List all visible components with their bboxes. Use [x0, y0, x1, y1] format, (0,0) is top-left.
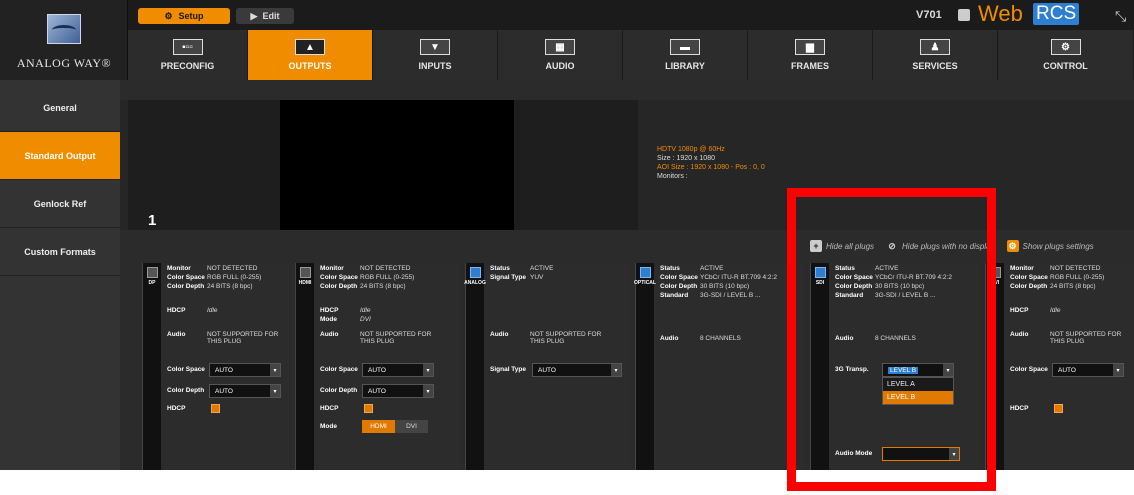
- top-bar: ⚙ Setup ▶ Edit V701 Web RCS ⤡: [128, 0, 1134, 30]
- plug-dp: DP Monitor NOT DETECTED Color Space RGB FU…: [142, 263, 292, 470]
- aoi-label: AOI Size : 1920 x 1080 - Pos : 0, 0: [657, 164, 765, 171]
- screen-number: 1: [148, 212, 157, 229]
- control-icon: ⚙: [1050, 39, 1081, 55]
- services-icon: ♟: [920, 39, 950, 55]
- hdmi-color-depth-select[interactable]: AUTO ▾: [362, 384, 434, 398]
- nav-frames[interactable]: ▆ FRAMES: [748, 30, 873, 80]
- nav-library[interactable]: ▬ LIBRARY: [623, 30, 748, 80]
- hdmi-mode-option-dvi[interactable]: DVI: [395, 420, 428, 433]
- hdmi-port-icon: [299, 267, 311, 278]
- plug-analog: ANALOG Status ACTIVE Signal Type YUV Audio…: [464, 263, 630, 470]
- plug-dvi: DVI Monitor NOT DETECTED Color Space RGB F…: [985, 263, 1134, 470]
- chevron-down-icon: ▾: [611, 364, 621, 376]
- settings-icon: ⚙: [1006, 240, 1019, 252]
- webrcs-logo-web: Web: [978, 1, 1023, 26]
- sidebar-item-standard-output[interactable]: Standard Output: [0, 132, 120, 180]
- sidebar-item-custom-formats[interactable]: Custom Formats: [0, 228, 120, 276]
- hdmi-hdcp-checkbox[interactable]: [364, 404, 373, 413]
- plug-hdmi: HDMI Monitor NOT DETECTED Color Space RGB …: [295, 263, 460, 470]
- monitors-label: Monitors :: [657, 173, 688, 180]
- hdmi-mode-option-hdmi[interactable]: HDMI: [362, 420, 395, 433]
- device-version: V701: [916, 9, 942, 21]
- setup-mode-button[interactable]: ⚙ Setup: [138, 8, 230, 24]
- chevron-down-icon: ▾: [1113, 364, 1123, 376]
- play-icon: ▶: [250, 10, 258, 21]
- sidebar: General Standard Output Genlock Ref Cust…: [0, 80, 120, 470]
- library-icon: ▬: [670, 39, 700, 55]
- dvi-color-space-select[interactable]: AUTO ▾: [1052, 363, 1124, 377]
- nav-inputs[interactable]: ▼ INPUTS: [373, 30, 498, 80]
- analog-port-icon: [469, 267, 481, 278]
- plug-tab-hdmi[interactable]: HDMI: [296, 263, 314, 470]
- nav-control[interactable]: ⚙ CONTROL: [998, 30, 1134, 80]
- dvi-hdcp-checkbox[interactable]: [1054, 404, 1063, 413]
- plug-optical: OPTICAL Status ACTIVE Color Space YCbCr IT…: [634, 263, 803, 470]
- format-label: HDTV 1080p @ 60Hz: [657, 146, 725, 153]
- hdmi-mode-toggle: HDMI DVI: [362, 420, 428, 433]
- analog-way-logo: ANALOG WAY®: [0, 0, 128, 80]
- chevron-down-icon: ▾: [423, 385, 433, 397]
- optical-port-icon: [639, 267, 651, 278]
- dp-color-depth-select[interactable]: AUTO ▾: [209, 384, 281, 398]
- plug-tab-analog[interactable]: ANALOG: [464, 263, 486, 470]
- size-label: Size : 1920 x 1080: [657, 155, 715, 162]
- nav-outputs[interactable]: ▲ OUTPUTS: [248, 30, 373, 80]
- logo-text: ANALOG WAY®: [16, 56, 112, 70]
- chevron-down-icon: ▾: [270, 385, 280, 397]
- device-icon: [958, 9, 970, 21]
- main-nav: ▪▫▫ PRECONFIG ▲ OUTPUTS ▼ INPUTS ▦ AUDIO…: [128, 30, 1134, 80]
- nav-preconfig[interactable]: ▪▫▫ PRECONFIG: [128, 30, 248, 80]
- logo-mark-icon: [47, 14, 81, 44]
- hdmi-color-space-select[interactable]: AUTO ▾: [362, 363, 434, 377]
- edit-mode-button[interactable]: ▶ Edit: [236, 8, 294, 24]
- sidebar-item-genlock-ref[interactable]: Genlock Ref: [0, 180, 120, 228]
- chevron-down-icon: ▾: [270, 364, 280, 376]
- fullscreen-icon[interactable]: ⤡: [1115, 8, 1126, 25]
- screen-preview: [280, 100, 514, 230]
- audio-icon: ▦: [545, 39, 575, 55]
- dp-port-icon: [146, 267, 158, 278]
- analog-signal-type-select[interactable]: AUTO ▾: [532, 363, 622, 377]
- red-highlight-annotation: [787, 188, 996, 491]
- frames-icon: ▆: [795, 39, 825, 55]
- output-format-info: HDTV 1080p @ 60Hz Size : 1920 x 1080 AOI…: [657, 145, 765, 181]
- gear-icon: ⚙: [164, 10, 173, 21]
- outputs-icon: ▲: [295, 39, 325, 55]
- inputs-icon: ▼: [420, 39, 450, 55]
- chevron-down-icon: ▾: [423, 364, 433, 376]
- nav-audio[interactable]: ▦ AUDIO: [498, 30, 623, 80]
- dp-hdcp-checkbox[interactable]: [211, 404, 220, 413]
- preconfig-icon: ▪▫▫: [172, 39, 203, 55]
- show-plugs-settings-button[interactable]: ⚙ Show plugs settings: [1006, 240, 1094, 252]
- screen-preview-area[interactable]: 1: [128, 100, 638, 230]
- plug-tab-optical[interactable]: OPTICAL: [634, 263, 656, 470]
- webrcs-logo-rcs: RCS: [1033, 3, 1080, 25]
- sidebar-item-general[interactable]: General: [0, 84, 120, 132]
- dp-color-space-select[interactable]: AUTO ▾: [209, 363, 281, 377]
- plug-tab-dp[interactable]: DP: [143, 263, 161, 470]
- nav-services[interactable]: ♟ SERVICES: [873, 30, 998, 80]
